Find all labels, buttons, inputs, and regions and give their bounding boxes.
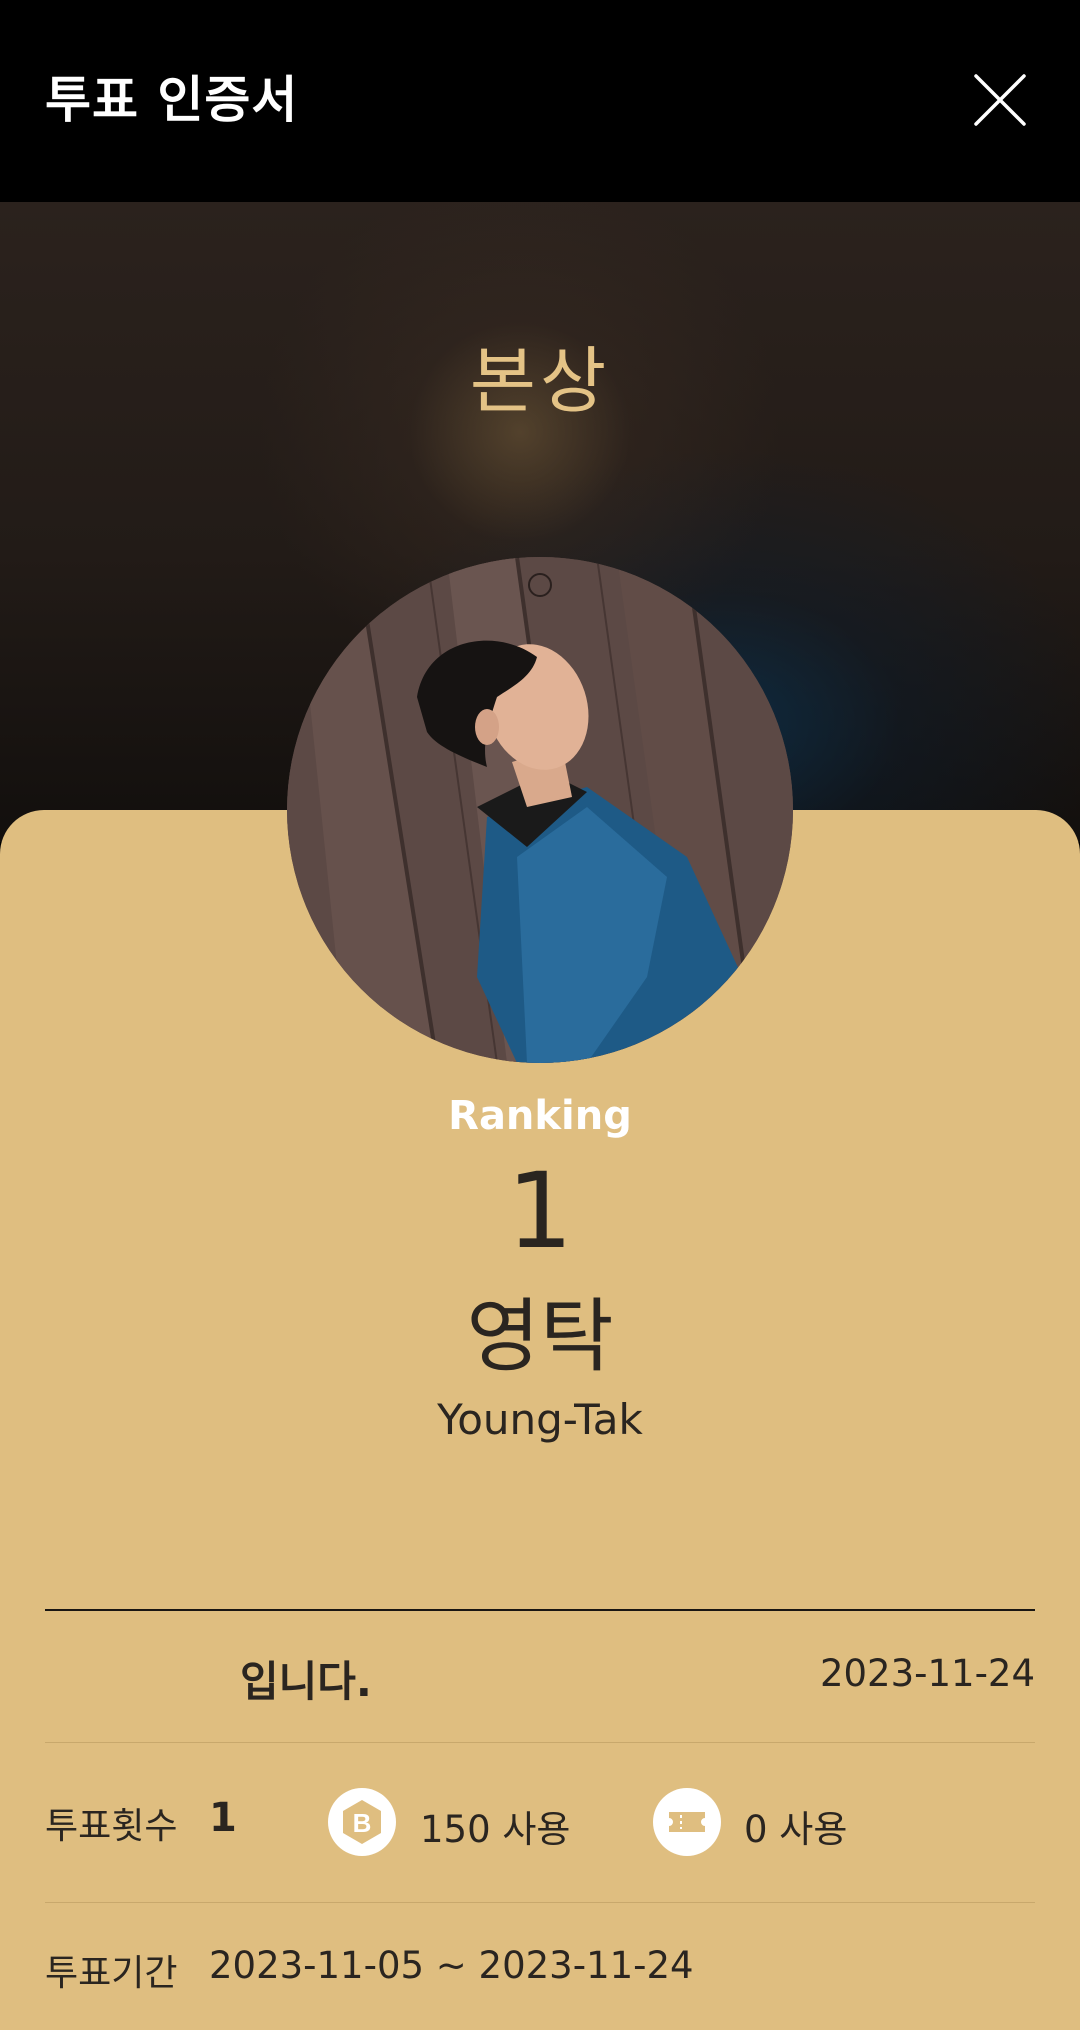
ticket-usage: 0 사용 <box>744 1808 848 1851</box>
artist-photo <box>287 557 793 1063</box>
ranking-value: 1 <box>506 1150 574 1272</box>
artist-name-korean: 영탁 <box>466 1290 614 1383</box>
coin-icon: B <box>343 1800 381 1844</box>
vote-period-value: 2023-11-05 ~ 2023-11-24 <box>209 1944 694 1987</box>
award-title: 본상 <box>469 339 611 423</box>
vote-count-value: 1 <box>209 1795 237 1841</box>
coin-badge: B <box>328 1788 396 1856</box>
page-title: 투표 인증서 <box>45 71 299 129</box>
header-bar: 투표 인증서 <box>0 0 1080 202</box>
ticket-icon <box>669 1812 705 1832</box>
artist-avatar <box>287 557 793 1063</box>
artist-name-english: Young-Tak <box>437 1395 643 1444</box>
coin-usage: 150 사용 <box>420 1808 571 1851</box>
vote-count-label: 투표횟수 <box>45 1806 178 1847</box>
ranking-label: Ranking <box>448 1093 632 1139</box>
close-icon <box>974 74 1026 126</box>
ticket-badge <box>653 1788 721 1856</box>
vote-period-label: 투표기간 <box>45 1953 178 1994</box>
certificate-statement: 입니다. <box>240 1657 372 1706</box>
divider <box>45 1609 1035 1611</box>
certificate-date: 2023-11-24 <box>819 1652 1035 1695</box>
divider <box>45 1742 1035 1743</box>
svg-text:B: B <box>353 1808 372 1838</box>
close-button[interactable] <box>970 70 1030 130</box>
divider <box>45 1902 1035 1903</box>
